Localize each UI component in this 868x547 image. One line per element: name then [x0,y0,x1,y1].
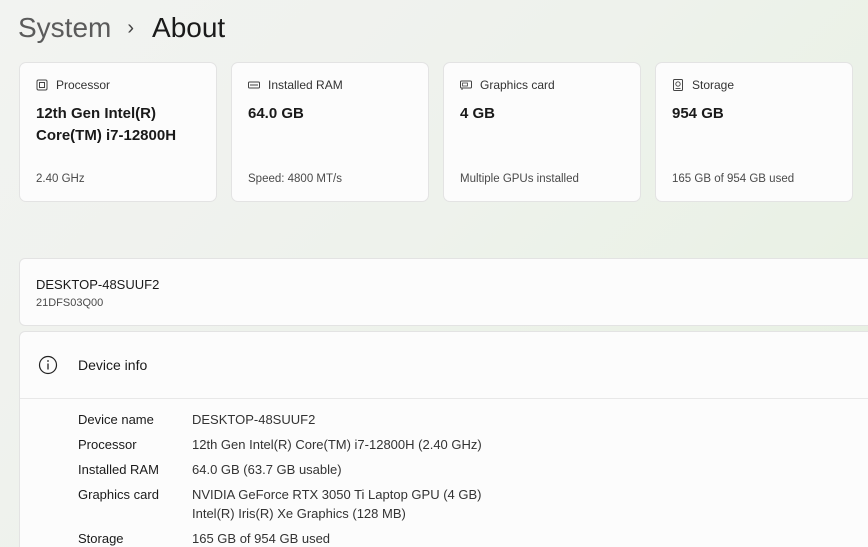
device-name-panel[interactable]: DESKTOP-48SUUF2 21DFS03Q00 [19,258,868,326]
processor-card: Processor 12th Gen Intel(R) Core(TM) i7-… [19,62,217,202]
device-info-header[interactable]: Device info [20,332,868,399]
device-model: 21DFS03Q00 [36,297,104,309]
device-info-panel: Device info Device name DESKTOP-48SUUF2 … [19,331,868,547]
processor-card-value: 12th Gen Intel(R) Core(TM) i7-12800H [36,105,177,144]
spec-value: DESKTOP-48SUUF2 [192,412,316,427]
spec-value: NVIDIA GeForce RTX 3050 Ti Laptop GPU (4… [192,487,482,502]
ram-card-label: Installed RAM [268,78,343,92]
device-info-title: Device info [78,357,148,373]
storage-card: Storage 954 GB 165 GB of 954 GB used [655,62,853,202]
processor-card-label: Processor [56,78,111,92]
spec-value: 165 GB of 954 GB used [192,531,331,546]
breadcrumb-system-link[interactable]: System [18,10,111,46]
graphics-card-card: Graphics card 4 GB Multiple GPUs install… [443,62,641,202]
spec-cards: Processor 12th Gen Intel(R) Core(TM) i7-… [19,62,853,202]
spec-value: Intel(R) Iris(R) Xe Graphics (128 MB) [192,506,406,521]
spec-label: Graphics card [78,487,159,502]
ram-icon [248,81,260,89]
spec-value: 64.0 GB (63.7 GB usable) [192,462,342,477]
ram-card-value: 64.0 GB [248,105,304,122]
processor-icon [36,79,48,91]
graphics-card-label: Graphics card [480,78,555,92]
storage-card-value: 954 GB [672,105,724,122]
spec-label: Installed RAM [78,462,159,477]
device-name: DESKTOP-48SUUF2 [36,277,160,292]
info-icon [38,355,58,375]
spec-label: Processor [78,437,137,452]
ram-card: Installed RAM 64.0 GB Speed: 4800 MT/s [231,62,429,202]
storage-icon [673,79,683,91]
storage-card-sub: 165 GB of 954 GB used [672,173,795,185]
breadcrumb: System › About [18,8,225,48]
storage-card-label: Storage [692,78,735,92]
chevron-right-icon: › [127,17,135,39]
processor-card-sub: 2.40 GHz [36,173,85,185]
spec-value: 12th Gen Intel(R) Core(TM) i7-12800H (2.… [192,437,482,452]
page-title: About [152,12,226,43]
spec-label: Device name [78,412,154,427]
spec-label: Storage [78,531,124,546]
graphics-card-value: 4 GB [460,105,496,122]
ram-card-sub: Speed: 4800 MT/s [248,173,342,185]
graphics-card-icon [460,80,472,90]
graphics-card-sub: Multiple GPUs installed [460,173,579,185]
